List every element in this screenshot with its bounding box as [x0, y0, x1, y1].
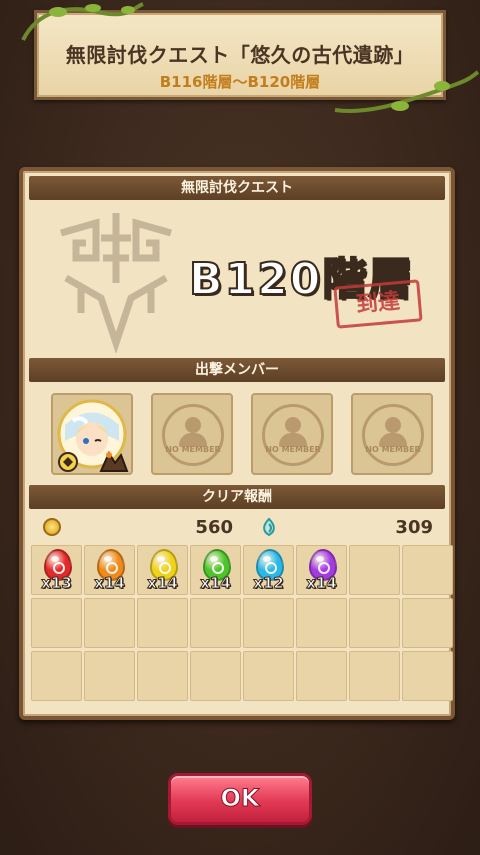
- member-slot-3[interactable]: NO MEMBER: [251, 393, 333, 475]
- currency-rewards: 560 309: [33, 515, 441, 541]
- quest-result-panel: 無限討伐クエスト B120階層 到達 出撃メンバー NO MEMBER NO M…: [19, 167, 455, 720]
- reward-cell: [190, 598, 241, 648]
- rewards-header: クリア報酬: [29, 485, 445, 509]
- gold-amount: 560: [195, 517, 233, 538]
- quest-header: 無限討伐クエスト: [29, 176, 445, 200]
- reward-cell: [349, 651, 400, 701]
- reward-cell: [84, 651, 135, 701]
- no-member-label: NO MEMBER: [265, 445, 321, 454]
- member-list: NO MEMBER NO MEMBER NO MEMBER: [51, 393, 435, 475]
- item-count: x14: [147, 574, 179, 593]
- no-member-label: NO MEMBER: [365, 445, 421, 454]
- reward-cell: [243, 598, 294, 648]
- gold-coin-icon: [43, 518, 61, 536]
- item-count: x14: [306, 574, 338, 593]
- item-count: x12: [253, 574, 285, 593]
- vine-decoration-icon: [21, 2, 144, 41]
- no-member-emblem: NO MEMBER: [262, 404, 324, 466]
- reward-cell[interactable]: x14: [190, 545, 241, 595]
- reward-cell: [296, 598, 347, 648]
- vine-decoration-icon: [334, 70, 480, 113]
- reward-cell: [84, 598, 135, 648]
- reward-cell[interactable]: x13: [31, 545, 82, 595]
- members-header: 出撃メンバー: [29, 358, 445, 382]
- reward-cell: [349, 598, 400, 648]
- reward-cell: [31, 651, 82, 701]
- element-icon: [58, 452, 78, 472]
- reward-cell: [137, 651, 188, 701]
- ok-button[interactable]: OK: [168, 773, 312, 825]
- no-member-emblem: NO MEMBER: [162, 404, 224, 466]
- reward-cell: [137, 598, 188, 648]
- exp-amount: 309: [395, 517, 433, 538]
- ruins-crest-icon: [60, 213, 172, 353]
- reward-cell: [402, 545, 453, 595]
- reward-cell[interactable]: x12: [243, 545, 294, 595]
- reward-cell: [243, 651, 294, 701]
- no-member-label: NO MEMBER: [165, 445, 221, 454]
- reward-cell: [190, 651, 241, 701]
- item-count: x14: [94, 574, 126, 593]
- member-slot-1[interactable]: [51, 393, 133, 475]
- class-icon: [99, 450, 129, 472]
- reached-stamp: 到達: [333, 279, 423, 329]
- reward-cell[interactable]: x14: [137, 545, 188, 595]
- reward-cell: [349, 545, 400, 595]
- member-slot-2[interactable]: NO MEMBER: [151, 393, 233, 475]
- item-count: x13: [41, 574, 73, 593]
- item-reward-grid: x13 x14 x14 x14 x12 x14: [31, 545, 455, 705]
- reward-cell: [402, 651, 453, 701]
- item-count: x14: [200, 574, 232, 593]
- reward-cell[interactable]: x14: [296, 545, 347, 595]
- reward-cell[interactable]: x14: [84, 545, 135, 595]
- member-slot-4[interactable]: NO MEMBER: [351, 393, 433, 475]
- exp-swirl-icon: [263, 517, 275, 537]
- reward-cell: [31, 598, 82, 648]
- reward-cell: [402, 598, 453, 648]
- no-member-emblem: NO MEMBER: [362, 404, 424, 466]
- reward-cell: [296, 651, 347, 701]
